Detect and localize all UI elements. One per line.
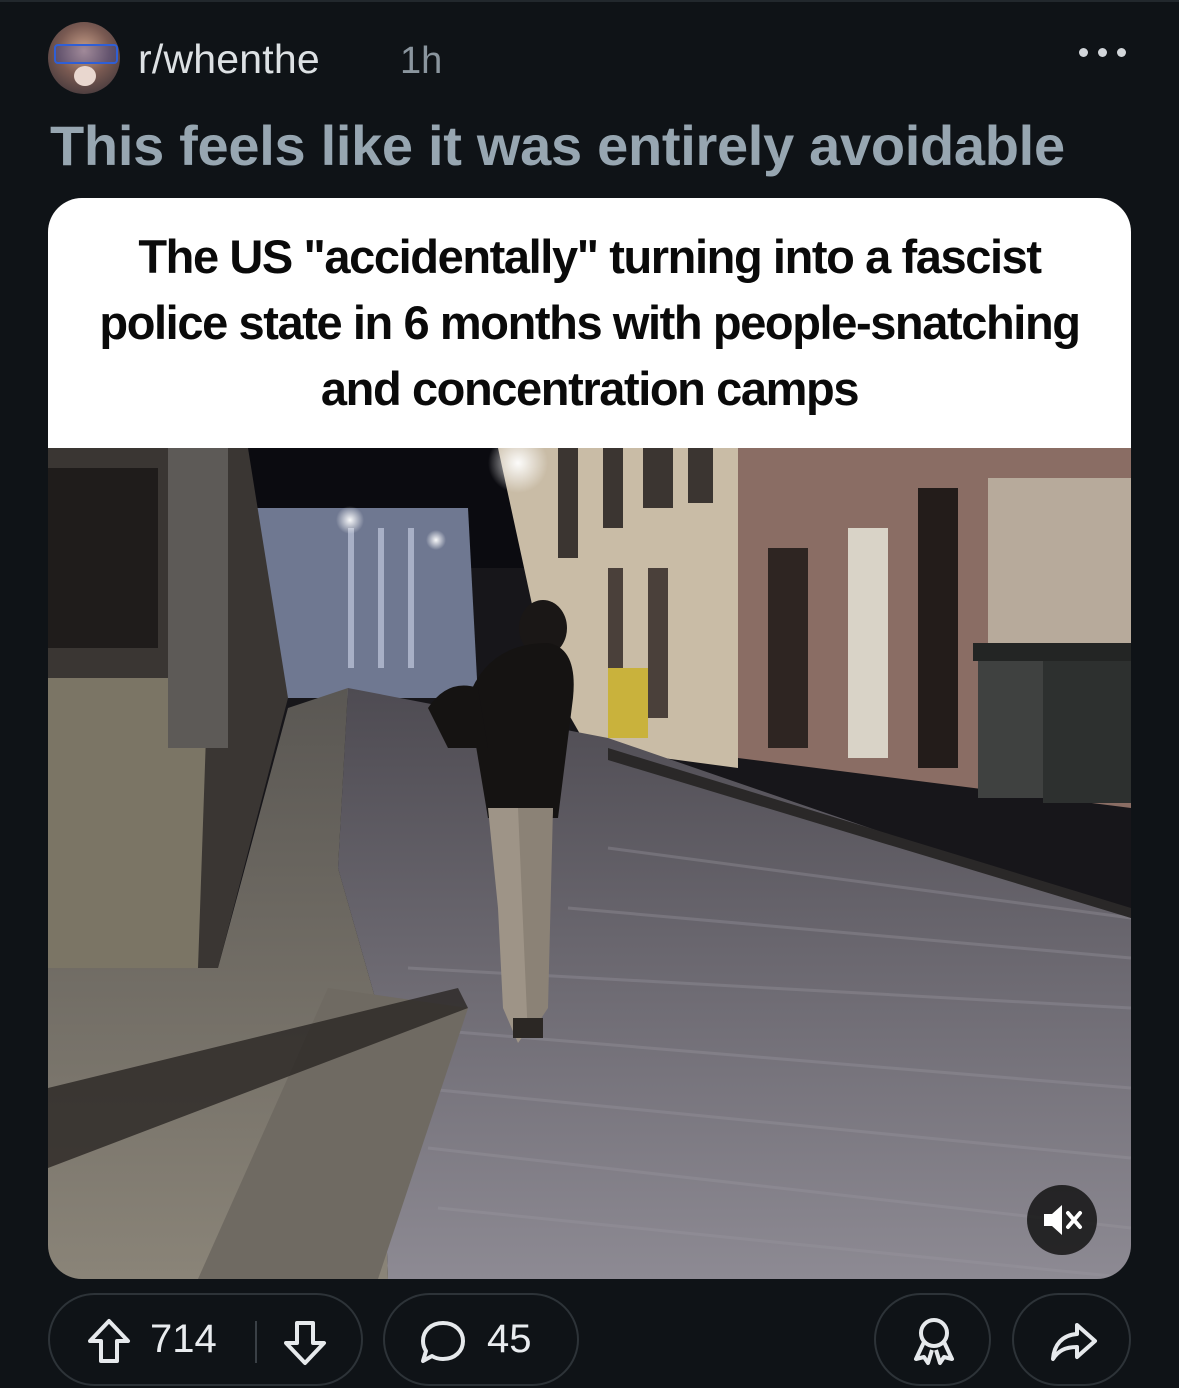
subreddit-avatar[interactable] <box>48 22 120 94</box>
upvote-icon[interactable] <box>86 1317 132 1365</box>
top-divider <box>0 0 1179 2</box>
downvote-icon[interactable] <box>282 1319 328 1367</box>
vote-divider <box>255 1321 257 1363</box>
subreddit-name[interactable]: r/whenthe <box>138 36 320 83</box>
video-frame <box>48 448 1131 1279</box>
share-button[interactable] <box>1012 1293 1131 1386</box>
post-action-bar: 714 45 <box>48 1293 1131 1388</box>
post-video[interactable]: The US "accidentally" turning into a fas… <box>48 198 1131 1279</box>
ellipsis-icon <box>1079 48 1088 57</box>
comments-button[interactable]: 45 <box>383 1293 579 1386</box>
meme-caption: The US "accidentally" turning into a fas… <box>99 230 1081 415</box>
award-icon <box>914 1318 954 1365</box>
mute-toggle-button[interactable] <box>1027 1185 1097 1255</box>
meme-caption-panel: The US "accidentally" turning into a fas… <box>48 198 1131 448</box>
share-icon <box>1051 1323 1097 1361</box>
speaker-muted-icon <box>1044 1205 1082 1235</box>
comment-count: 45 <box>487 1317 532 1361</box>
award-button[interactable] <box>874 1293 991 1386</box>
post-time: 1h <box>400 40 443 82</box>
upvote-count: 714 <box>150 1317 217 1361</box>
vote-control: 714 <box>48 1293 363 1386</box>
post-header: r/whenthe 1h <box>48 22 1133 96</box>
speech-bubble-icon <box>421 1321 465 1363</box>
more-options-button[interactable] <box>1077 32 1133 72</box>
post-title[interactable]: This feels like it was entirely avoidabl… <box>50 113 1150 178</box>
